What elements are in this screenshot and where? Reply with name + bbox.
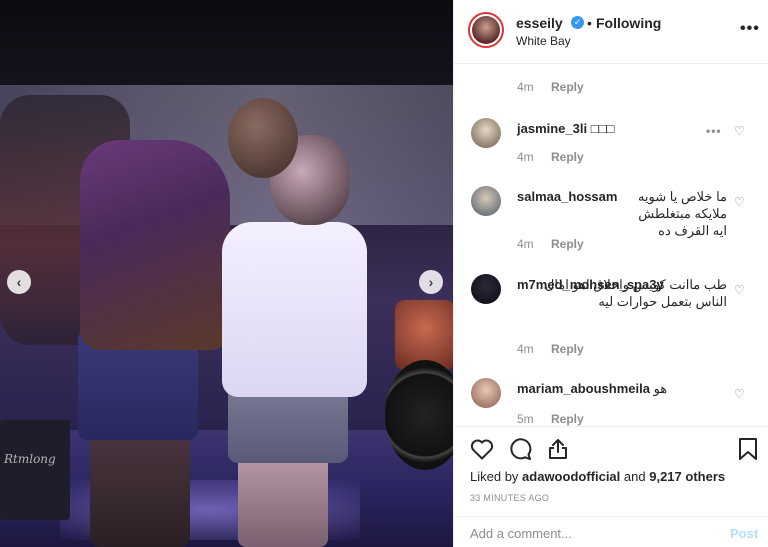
comment-time: 4m — [517, 237, 534, 251]
photo-woman-top — [222, 222, 367, 397]
post-side-panel: esseily ✓ • Following White Bay ••• 4m R… — [453, 0, 768, 547]
comment-like-heart-icon[interactable]: ♡ — [734, 195, 746, 209]
commenter-username[interactable]: mariam_aboushmeila — [517, 381, 650, 396]
photo-watermark: Rtmlong — [4, 452, 56, 466]
photo-woman-legs — [238, 455, 328, 547]
comment-meta: 5m Reply — [517, 412, 584, 426]
comment-meta: 4m Reply — [517, 150, 584, 164]
more-options-icon[interactable]: ••• — [740, 20, 760, 38]
comment-like-heart-icon[interactable]: ♡ — [734, 124, 746, 138]
commenter-avatar[interactable] — [471, 274, 501, 304]
comment-input[interactable] — [470, 526, 710, 541]
commenter-avatar[interactable] — [471, 118, 501, 148]
separator-dot: • — [587, 15, 592, 31]
comment-like-heart-icon[interactable]: ♡ — [734, 283, 746, 297]
comment-meta: 4m Reply — [517, 80, 584, 94]
post-timestamp[interactable]: 33 MINUTES AGO — [470, 493, 549, 503]
photo-man-shirt — [80, 140, 230, 350]
comment-time: 5m — [517, 412, 534, 426]
comment-meta: 4m Reply — [517, 342, 584, 356]
instagram-post-view: Rtmlong ‹ › esseily ✓ • Following White … — [0, 0, 768, 547]
comment-body: m7med_mohsen_spa3y طب ماانت كويس واخلاق … — [517, 276, 727, 310]
reply-button[interactable]: Reply — [551, 342, 584, 356]
post-photo[interactable]: Rtmlong ‹ › — [0, 0, 453, 547]
photo-man-legs — [90, 435, 190, 547]
chevron-right-icon: › — [428, 274, 434, 290]
comment-button[interactable] — [506, 435, 534, 463]
next-photo-button[interactable]: › — [419, 270, 443, 294]
post-location[interactable]: White Bay — [516, 34, 571, 48]
commenter-username[interactable]: jasmine_3li — [517, 121, 587, 136]
save-button[interactable] — [734, 435, 762, 463]
post-comment-button[interactable]: Post — [730, 526, 758, 541]
comment-time: 4m — [517, 342, 534, 356]
add-comment-bar: Post — [454, 516, 768, 547]
comments-list[interactable]: 4m Reply jasmine_3li □□□ ••• ♡ 4m Reply … — [454, 64, 768, 426]
author-username[interactable]: esseily — [516, 15, 563, 31]
bookmark-icon — [739, 438, 757, 460]
share-button[interactable] — [544, 435, 572, 463]
commenter-avatar[interactable] — [471, 186, 501, 216]
post-actions: Liked by adawoodofficial and 9,217 other… — [454, 426, 768, 516]
liked-by-prefix: Liked by — [470, 469, 519, 484]
comment-text: □□□ — [590, 121, 615, 136]
heart-icon — [470, 439, 494, 460]
commenter-avatar[interactable] — [471, 378, 501, 408]
reply-button[interactable]: Reply — [551, 412, 584, 426]
comment-options-icon[interactable]: ••• — [706, 124, 722, 138]
reply-button[interactable]: Reply — [551, 150, 584, 164]
liked-by-user[interactable]: adawoodofficial — [522, 469, 620, 484]
comment-time: 4m — [517, 80, 534, 94]
comment-body: mariam_aboushmeila هو — [517, 380, 727, 397]
chevron-left-icon: ‹ — [16, 274, 22, 290]
photo-man-head — [228, 98, 298, 178]
comment-like-heart-icon[interactable]: ♡ — [734, 387, 746, 401]
reply-button[interactable]: Reply — [551, 237, 584, 251]
post-header: esseily ✓ • Following White Bay ••• — [454, 0, 768, 64]
reply-button[interactable]: Reply — [551, 80, 584, 94]
comment-icon — [510, 438, 532, 460]
following-button[interactable]: Following — [596, 15, 661, 31]
comment-body: jasmine_3li □□□ — [517, 120, 727, 137]
liked-by-and: and — [623, 469, 646, 484]
likes-count[interactable]: 9,217 others — [649, 469, 725, 484]
comment-text: طب ماانت كويس واخلاق اهو امال الناس بتعم… — [544, 277, 727, 309]
author-avatar[interactable] — [468, 12, 504, 48]
photo-speaker — [0, 420, 70, 520]
commenter-username[interactable]: salmaa_hossam — [517, 189, 617, 204]
comment-meta: 4m Reply — [517, 237, 584, 251]
share-icon — [549, 439, 567, 459]
like-button[interactable] — [468, 435, 496, 463]
comment-text: هو — [653, 381, 668, 396]
likes-summary: Liked by adawoodofficial and 9,217 other… — [470, 469, 725, 484]
comment-time: 4m — [517, 150, 534, 164]
comment-body: salmaa_hossam ما خلاص يا شويه ملايكه مبت… — [517, 188, 727, 239]
previous-photo-button[interactable]: ‹ — [7, 270, 31, 294]
verified-badge-icon: ✓ — [571, 16, 584, 29]
